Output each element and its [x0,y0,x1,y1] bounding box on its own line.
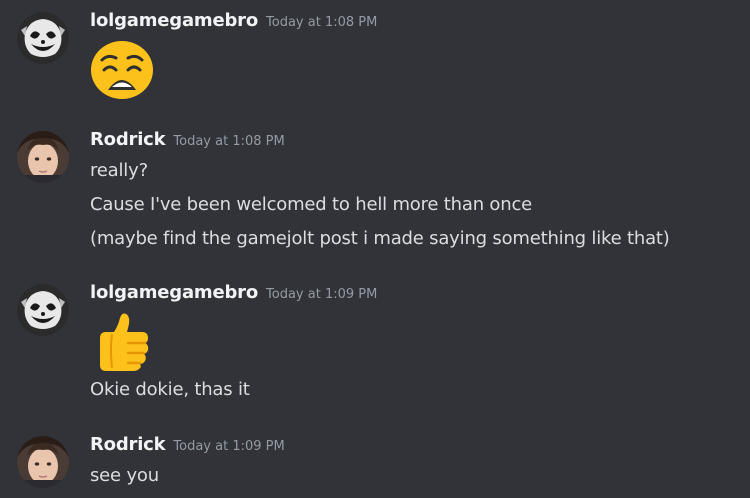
message-header: Rodrick Today at 1:08 PM [90,129,285,150]
chat-message-list: lolgamegamebro Today at 1:08 PM Rodrick … [0,0,750,498]
timestamp[interactable]: Today at 1:09 PM [173,439,284,454]
message-text: really? [90,160,148,181]
thumbs-up-emoji-icon[interactable] [90,308,154,376]
message-header: lolgamegamebro Today at 1:09 PM [90,282,377,303]
message-text: Okie dokie, thas it [90,379,250,400]
avatar[interactable] [17,284,69,336]
timestamp[interactable]: Today at 1:08 PM [266,15,377,30]
avatar[interactable] [17,12,69,64]
username[interactable]: Rodrick [90,434,166,455]
username[interactable]: lolgamegamebro [90,282,258,303]
mascot-avatar-icon [17,284,69,336]
username[interactable]: lolgamegamebro [90,10,258,31]
message-text: see you [90,465,159,486]
message-text: (maybe find the gamejolt post i made say… [90,228,670,249]
username[interactable]: Rodrick [90,129,166,150]
message-header: Rodrick Today at 1:09 PM [90,434,285,455]
message-text: Cause I've been welcomed to hell more th… [90,194,533,215]
avatar[interactable] [17,436,69,488]
timestamp[interactable]: Today at 1:08 PM [173,134,284,149]
user-photo-avatar-icon [17,436,69,488]
timestamp[interactable]: Today at 1:09 PM [266,287,377,302]
mascot-avatar-icon [17,12,69,64]
message-header: lolgamegamebro Today at 1:08 PM [90,10,377,31]
weary-face-emoji-icon[interactable] [90,40,154,104]
user-photo-avatar-icon [17,131,69,183]
avatar[interactable] [17,131,69,183]
